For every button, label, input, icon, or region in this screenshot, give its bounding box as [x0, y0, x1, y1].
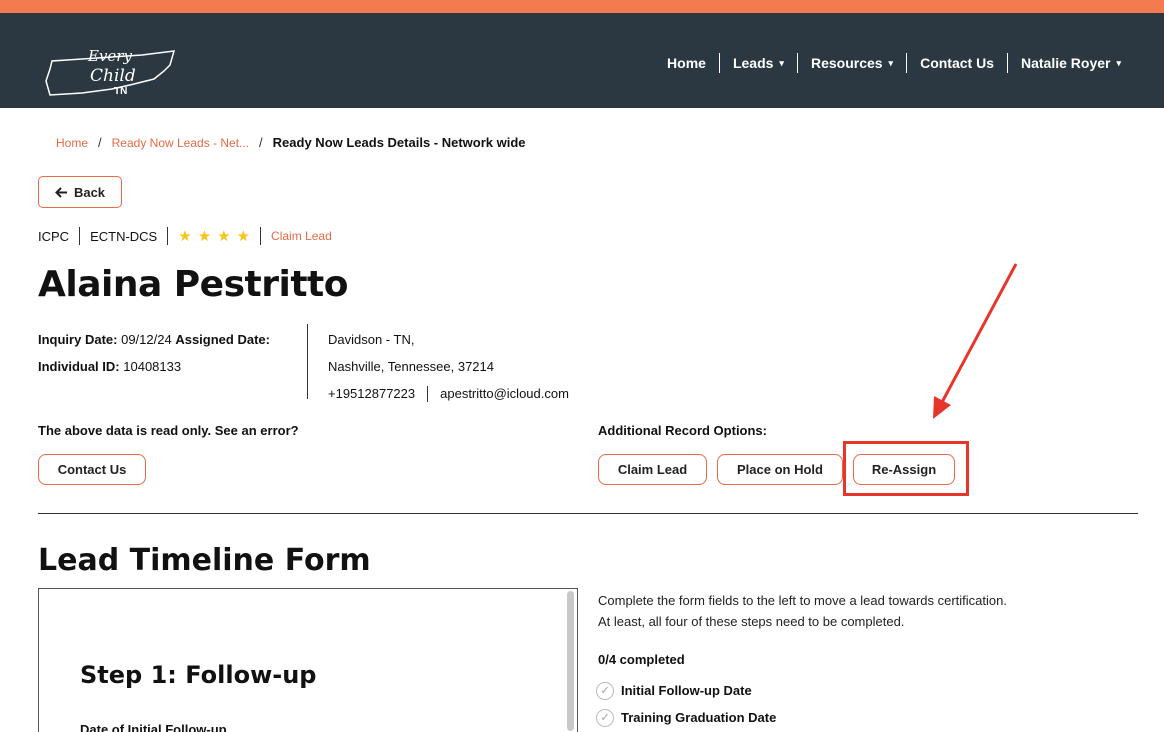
- claim-lead-button[interactable]: Claim Lead: [598, 454, 707, 485]
- star-icon: ★: [236, 228, 251, 245]
- nav-leads-label: Leads: [732, 55, 774, 71]
- star-icon: ★: [197, 228, 212, 245]
- timeline-title: Lead Timeline Form: [38, 543, 371, 578]
- contact-separator: [427, 385, 429, 402]
- lead-contact-line: +19512877223 apestritto@icloud.com: [328, 380, 569, 407]
- inquiry-date-value: 09/12/24: [121, 332, 172, 347]
- individual-id-line: Individual ID: 10408133: [38, 353, 270, 380]
- back-button[interactable]: Back: [38, 176, 122, 208]
- breadcrumb-current: Ready Now Leads Details - Network wide: [272, 135, 526, 150]
- step-title: Step 1: Follow-up: [80, 661, 317, 689]
- main-nav: Home Leads ▾ Resources ▾ Contact Us Natali…: [654, 53, 1134, 73]
- breadcrumb-separator: /: [98, 135, 102, 150]
- every-child-tn-logo[interactable]: Every Child TN: [42, 35, 182, 101]
- star-icon: ★: [217, 228, 231, 245]
- individual-id-label: Individual ID:: [38, 359, 120, 374]
- site-header: Every Child TN Home Leads ▾ Resources ▾ Co…: [0, 13, 1164, 108]
- claim-lead-link-cell: Claim Lead: [260, 227, 342, 245]
- star-rating: ★ ★ ★ ★: [167, 227, 260, 245]
- breadcrumb-leads[interactable]: Ready Now Leads - Net...: [112, 136, 249, 150]
- contact-us-button[interactable]: Contact Us: [38, 454, 146, 485]
- lead-address-block: Davidson - TN, Nashville, Tennessee, 372…: [328, 326, 569, 407]
- lead-name: Alaina Pestritto: [38, 264, 348, 305]
- section-divider: [38, 513, 1138, 514]
- back-button-label: Back: [73, 184, 106, 200]
- annotation-highlight-box: [843, 441, 969, 496]
- date-line: Inquiry Date: 09/12/24 Assigned Date:: [38, 326, 270, 353]
- assigned-date-label: Assigned Date:: [175, 332, 270, 347]
- logo-word-child: Child: [90, 66, 136, 86]
- nav-resources-label: Resources: [810, 55, 883, 71]
- nav-contact-label: Contact Us: [920, 55, 994, 71]
- check-circle-icon: ✓: [596, 708, 614, 727]
- readonly-notice: The above data is read only. See an erro…: [38, 423, 299, 438]
- individual-id-value: 10408133: [123, 359, 182, 374]
- logo-word-tn: TN: [114, 86, 127, 97]
- logo-word-every: Every: [87, 47, 132, 65]
- nav-user-label: Natalie Royer: [1020, 55, 1111, 71]
- lead-county: Davidson - TN,: [328, 332, 415, 347]
- step-field-label: Date of Initial Follow-up: [80, 722, 227, 732]
- checklist-item-label: Initial Follow-up Date: [621, 683, 752, 698]
- timeline-progress: 0/4 completed: [598, 652, 685, 667]
- star-icon: ★: [178, 228, 192, 245]
- chevron-down-icon: ▾: [888, 57, 894, 68]
- annotation-arrow-icon: [933, 263, 1018, 419]
- lead-type: ICPC: [38, 228, 70, 244]
- nav-contact-us[interactable]: Contact Us: [906, 53, 1007, 73]
- timeline-description-line-2: At least, all four of these steps need t…: [598, 614, 905, 629]
- nav-leads[interactable]: Leads ▾: [718, 53, 797, 73]
- breadcrumb: Home / Ready Now Leads - Net... / Ready …: [56, 135, 526, 150]
- breadcrumb-separator: /: [259, 135, 263, 150]
- timeline-form-panel[interactable]: Step 1: Follow-up Date of Initial Follow…: [38, 588, 578, 732]
- claim-lead-link[interactable]: Claim Lead: [271, 229, 332, 243]
- inquiry-date-label: Inquiry Date:: [38, 332, 118, 347]
- timeline-description: Complete the form fields to the left to …: [598, 590, 1007, 632]
- breadcrumb-home[interactable]: Home: [56, 136, 88, 150]
- nav-home-label: Home: [667, 55, 706, 71]
- place-on-hold-button[interactable]: Place on Hold: [717, 454, 843, 485]
- lead-phone: +19512877223: [328, 386, 416, 401]
- check-circle-icon: ✓: [596, 681, 614, 700]
- checklist-item: ✓ Training Graduation Date: [596, 704, 776, 731]
- nav-home[interactable]: Home: [654, 53, 719, 73]
- lead-meta-row: ICPC ECTN-DCS ★ ★ ★ ★ Claim Lead: [38, 227, 342, 245]
- chevron-down-icon: ▾: [779, 57, 784, 68]
- form-scrollbar[interactable]: [567, 591, 574, 731]
- lead-info-left: Inquiry Date: 09/12/24 Assigned Date: In…: [38, 326, 270, 380]
- arrow-left-icon: [55, 186, 67, 198]
- nav-resources[interactable]: Resources ▾: [796, 53, 906, 73]
- top-accent-strip: [0, 0, 1164, 13]
- lead-city-state-zip: Nashville, Tennessee, 37214: [328, 359, 494, 374]
- lead-email: apestritto@icloud.com: [440, 386, 569, 401]
- record-options-label: Additional Record Options:: [598, 423, 767, 438]
- chevron-down-icon: ▾: [1116, 57, 1121, 68]
- timeline-checklist: ✓ Initial Follow-up Date ✓ Training Grad…: [596, 677, 776, 731]
- checklist-item-label: Training Graduation Date: [621, 710, 777, 725]
- checklist-item: ✓ Initial Follow-up Date: [596, 677, 776, 704]
- timeline-description-line-1: Complete the form fields to the left to …: [598, 593, 1007, 608]
- info-divider: [307, 324, 308, 399]
- lead-agency: ECTN-DCS: [79, 227, 167, 245]
- nav-user-menu[interactable]: Natalie Royer ▾: [1006, 53, 1134, 73]
